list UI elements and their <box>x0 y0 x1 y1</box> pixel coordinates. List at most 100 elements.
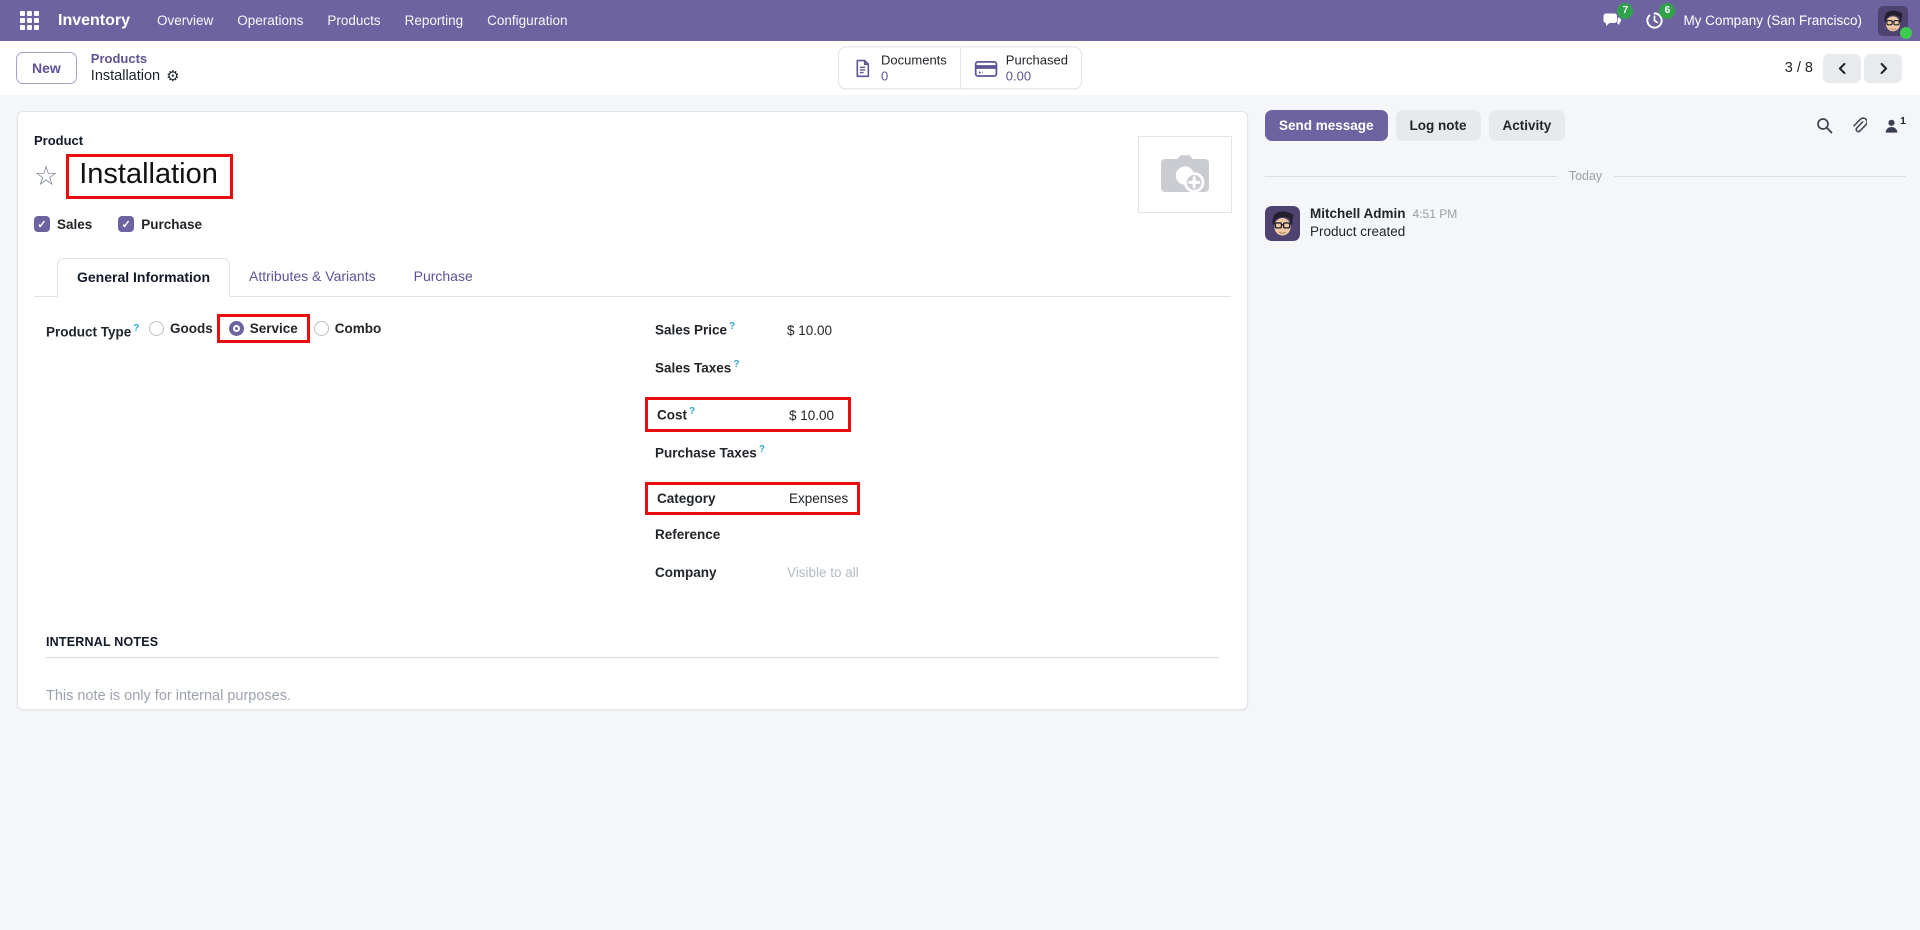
checkbox-row: ✓ Sales ✓ Purchase <box>34 216 1231 232</box>
camera-plus-icon <box>1161 154 1209 193</box>
chatter-toolbar: Send message Log note Activity 1 <box>1265 110 1906 141</box>
documents-label: Documents <box>881 52 947 68</box>
purchase-taxes-row: Purchase Taxes? <box>655 444 1231 465</box>
radio-combo[interactable]: Combo <box>313 321 381 336</box>
purchase-checkbox[interactable]: ✓ Purchase <box>118 216 202 232</box>
help-icon[interactable]: ? <box>133 323 139 334</box>
purchase-checkbox-label: Purchase <box>141 216 203 232</box>
cost-row-highlighted: Cost? $ 10.00 <box>645 397 851 432</box>
internal-notes-input[interactable]: This note is only for internal purposes. <box>46 688 1219 704</box>
top-nav-bar: Inventory Overview Operations Products R… <box>0 0 1920 41</box>
menu-products[interactable]: Products <box>318 7 389 34</box>
purchase-taxes-label: Purchase Taxes? <box>655 443 765 461</box>
message-body: Product created <box>1310 224 1406 239</box>
company-switcher[interactable]: My Company (San Francisco) <box>1683 13 1862 28</box>
credit-card-icon <box>974 60 998 77</box>
breadcrumb: Products Installation ⚙ <box>91 51 180 85</box>
chevron-right-icon <box>1880 62 1887 74</box>
user-avatar[interactable] <box>1878 5 1912 39</box>
chevron-left-icon <box>1838 62 1845 74</box>
systray: 7 6 My Company (San Francisco) <box>1599 2 1912 39</box>
product-field-label: Product <box>34 133 84 148</box>
followers-count: 1 <box>1900 114 1906 127</box>
product-type-label: Product Type? <box>46 322 140 340</box>
gear-icon[interactable]: ⚙ <box>166 69 179 84</box>
radio-goods-label: Goods <box>170 321 213 336</box>
breadcrumb-parent-link[interactable]: Products <box>91 51 180 67</box>
followers-icon[interactable]: 1 <box>1884 114 1906 134</box>
help-icon[interactable]: ? <box>759 444 765 455</box>
tab-attributes-variants[interactable]: Attributes & Variants <box>230 258 395 296</box>
attachment-icon[interactable] <box>1850 116 1868 135</box>
help-icon[interactable]: ? <box>729 321 735 332</box>
send-message-button[interactable]: Send message <box>1265 110 1388 141</box>
documents-stat-button[interactable]: Documents 0 <box>839 47 960 88</box>
message-content: Mitchell Admin 4:51 PM Product created <box>1310 206 1457 241</box>
activity-button[interactable]: Activity <box>1488 110 1566 141</box>
cost-value[interactable]: $ 10.00 <box>789 408 834 423</box>
product-type-row: Product Type? Goods Service Combo <box>46 314 634 343</box>
message-author-avatar <box>1265 206 1300 241</box>
help-icon[interactable]: ? <box>733 359 739 370</box>
radio-icon <box>313 321 329 336</box>
purchased-stat-button[interactable]: Purchased 0.00 <box>959 47 1081 89</box>
sales-taxes-row: Sales Taxes? <box>655 359 1231 380</box>
main-menu: Overview Operations Products Reporting C… <box>148 7 576 34</box>
pager-next-button[interactable] <box>1864 53 1902 83</box>
company-row: Company Visible to all <box>655 565 1231 586</box>
message-item: Mitchell Admin 4:51 PM Product created <box>1265 206 1906 241</box>
purchased-label: Purchased <box>1005 52 1068 68</box>
company-value[interactable]: Visible to all <box>787 565 859 580</box>
search-messages-icon[interactable] <box>1816 117 1833 134</box>
radio-selected-icon <box>228 321 244 336</box>
chatter-panel: Send message Log note Activity 1 Today M… <box>1248 95 1920 241</box>
message-time: 4:51 PM <box>1412 207 1458 221</box>
radio-goods[interactable]: Goods <box>149 321 213 336</box>
online-status-dot <box>1900 26 1912 39</box>
right-column: Sales Price? $ 10.00 Sales Taxes? Cost? … <box>634 321 1231 603</box>
content-area: Product ☆ Installation ✓ Sales ✓ Purchas… <box>0 95 1920 930</box>
radio-icon <box>149 321 164 336</box>
menu-configuration[interactable]: Configuration <box>478 7 576 34</box>
highlight-box-service: Service <box>216 314 310 343</box>
reference-label: Reference <box>655 526 721 542</box>
pager: 3 / 8 <box>1784 53 1902 83</box>
sales-price-value[interactable]: $ 10.00 <box>787 323 832 338</box>
apps-menu-button[interactable] <box>14 6 44 36</box>
sales-price-label: Sales Price? <box>655 321 736 338</box>
category-label: Category <box>657 490 716 506</box>
check-icon: ✓ <box>118 216 135 232</box>
pager-count: 3 / 8 <box>1784 60 1813 76</box>
new-button[interactable]: New <box>16 52 77 84</box>
tab-purchase[interactable]: Purchase <box>395 258 492 296</box>
menu-overview[interactable]: Overview <box>148 7 222 34</box>
product-type-radio-group: Goods Service Combo <box>149 314 381 343</box>
app-name[interactable]: Inventory <box>52 12 136 30</box>
reference-row: Reference <box>655 527 1231 548</box>
help-icon[interactable]: ? <box>689 406 695 417</box>
pager-previous-button[interactable] <box>1823 53 1861 83</box>
product-form-card: Product ☆ Installation ✓ Sales ✓ Purchas… <box>17 111 1248 710</box>
menu-reporting[interactable]: Reporting <box>396 7 473 34</box>
sales-checkbox[interactable]: ✓ Sales <box>34 216 92 232</box>
today-divider: Today <box>1265 169 1906 183</box>
radio-service[interactable]: Service <box>228 321 298 336</box>
product-title-input[interactable]: Installation <box>79 158 218 190</box>
log-note-button[interactable]: Log note <box>1395 110 1481 141</box>
tab-general-information[interactable]: General Information <box>57 258 231 297</box>
product-image-upload[interactable] <box>1138 136 1232 213</box>
check-icon: ✓ <box>34 216 50 232</box>
internal-notes-section: INTERNAL NOTES This note is only for int… <box>34 635 1231 704</box>
category-value[interactable]: Expenses <box>789 491 848 506</box>
messages-badge: 7 <box>1617 2 1634 19</box>
messages-icon[interactable]: 7 <box>1599 2 1634 33</box>
activities-icon[interactable]: 6 <box>1641 2 1676 33</box>
sales-taxes-label: Sales Taxes? <box>655 359 740 376</box>
menu-operations[interactable]: Operations <box>228 7 312 34</box>
notebook-tabs: General Information Attributes & Variant… <box>34 258 1231 297</box>
left-column: Product Type? Goods Service Combo <box>34 314 634 603</box>
title-row: ☆ Installation <box>34 154 1231 199</box>
favorite-star-icon[interactable]: ☆ <box>34 163 58 190</box>
form-wrap: Product ☆ Installation ✓ Sales ✓ Purchas… <box>0 95 1248 710</box>
documents-count: 0 <box>881 68 889 83</box>
